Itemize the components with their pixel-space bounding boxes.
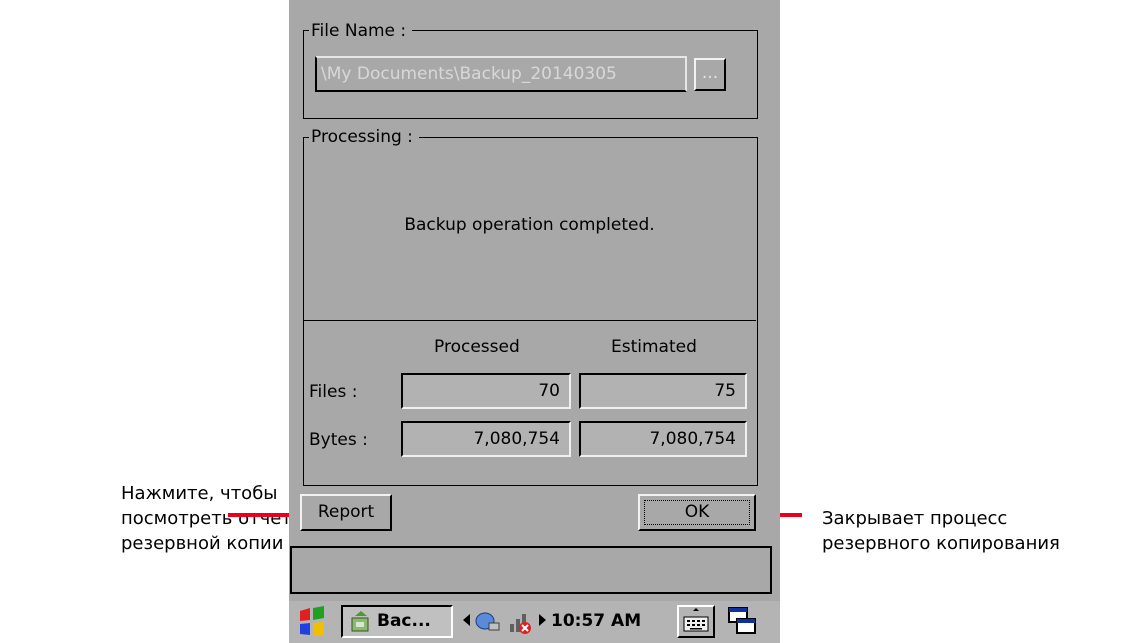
backup-app-icon — [349, 610, 373, 638]
file-path-input[interactable]: \My Documents\Backup_20140305 — [315, 56, 687, 92]
file-path-text: \My Documents\Backup_20140305 — [321, 64, 617, 84]
right-arrow-icon[interactable] — [539, 614, 546, 626]
ok-button[interactable]: OK — [638, 494, 756, 531]
keyboard-icon[interactable] — [677, 605, 715, 638]
processing-group-label: Processing : — [309, 127, 419, 147]
ok-annotation-line2: резервного копирования — [822, 533, 1060, 554]
report-annotation-line2: посмотреть отчет о — [121, 508, 309, 529]
windows-flag-icon[interactable] — [295, 605, 331, 638]
ok-annotation: Закрывает процесс резервного копирования — [822, 506, 1060, 556]
files-processed-value: 70 — [401, 373, 571, 409]
taskbar-app-label: Bac... — [377, 611, 431, 631]
report-annotation-line3: резервной копии — [121, 533, 284, 554]
device-screen: File Name : \My Documents\Backup_2014030… — [289, 0, 780, 643]
report-annotation-line1: Нажмите, чтобы — [121, 483, 278, 504]
report-pointer-line — [228, 513, 298, 517]
bytes-row-label: Bytes : — [309, 430, 368, 450]
signal-off-icon[interactable] — [508, 606, 534, 640]
files-estimated-value: 75 — [579, 373, 747, 409]
network-icon[interactable] — [473, 609, 501, 639]
taskbar: Bac... 10:57 AM — [289, 601, 780, 643]
estimated-column-header: Estimated — [611, 337, 697, 357]
files-row-label: Files : — [309, 382, 358, 402]
taskbar-app-button[interactable]: Bac... — [341, 605, 453, 638]
bytes-estimated-value: 7,080,754 — [579, 421, 747, 457]
file-name-group-label: File Name : — [309, 21, 413, 41]
report-annotation: Нажмите, чтобы посмотреть отчет о резерв… — [121, 481, 309, 556]
bottom-panel — [290, 546, 772, 594]
ok-annotation-line1: Закрывает процесс — [822, 508, 1008, 529]
ok-button-label: OK — [684, 502, 710, 522]
processing-divider — [303, 320, 756, 321]
browse-button[interactable]: ... — [694, 58, 726, 91]
clock[interactable]: 10:57 AM — [551, 611, 641, 631]
bytes-processed-value: 7,080,754 — [401, 421, 571, 457]
report-button[interactable]: Report — [300, 494, 392, 531]
windows-switch-icon[interactable] — [725, 605, 765, 638]
processed-column-header: Processed — [434, 337, 520, 357]
left-arrow-icon[interactable] — [463, 614, 470, 626]
status-message: Backup operation completed. — [404, 215, 655, 235]
